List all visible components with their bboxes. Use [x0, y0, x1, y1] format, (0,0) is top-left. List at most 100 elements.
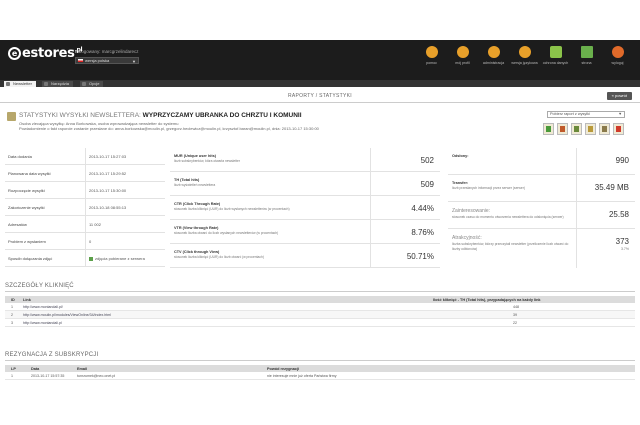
- metric-title: TH (Total hits): [174, 178, 200, 182]
- nav-profile[interactable]: mój profil: [448, 46, 477, 65]
- tab-options[interactable]: Opcje: [80, 81, 104, 87]
- transfer-row: Zainteresowanie: stosunek czasu do moment…: [448, 202, 635, 229]
- info-row: Data dodania 2013-10-17 15:27:03: [5, 148, 165, 165]
- user-icon: [456, 46, 469, 58]
- info-row: Problem z wysłaniem 0: [5, 233, 165, 250]
- tab-label: Opcje: [89, 81, 100, 86]
- metric-desc: liczb wyświetleń newslettera: [174, 183, 216, 187]
- cell-link[interactable]: http://www.moniandali.pl: [23, 321, 62, 325]
- transfer-value: 990: [615, 156, 629, 165]
- report-sub-line2: Powiadomienie o fakt raporcie zostanie p…: [19, 126, 319, 131]
- info-row: Zakończenie wysyłki 2013-10-18 08:55:13: [5, 199, 165, 216]
- xml-icon[interactable]: [599, 123, 610, 135]
- nav-label: wyloguj: [611, 61, 624, 65]
- info-value: 0: [89, 239, 92, 244]
- send-info-table: Data dodania 2013-10-17 15:27:03 Planowan…: [5, 148, 165, 267]
- language-select[interactable]: wersja polska ▼: [75, 57, 139, 64]
- nav-privacy[interactable]: ochrona danych: [541, 46, 570, 65]
- transfer-value: 25.58: [608, 210, 629, 219]
- nav-label: administracja: [482, 61, 505, 65]
- cell-id: 1: [11, 305, 13, 309]
- info-value: 2013-10-17 15:27:03: [89, 154, 127, 159]
- col-id: ID: [11, 297, 15, 302]
- html-icon[interactable]: [585, 123, 596, 135]
- metric-desc: stosunek liczba kliknięć (UUR) do liczb …: [174, 207, 290, 211]
- metrics-table: MUR (Unique user hits) liczb subskrybentó…: [170, 148, 440, 268]
- info-row: Planowana data wysyłki 2013-10-17 15:29:5…: [5, 165, 165, 182]
- info-value: 2013-10-17 15:29:52: [89, 171, 127, 176]
- back-button[interactable]: « powrót: [606, 92, 632, 100]
- wrench-icon: [44, 82, 48, 86]
- nav-label: wersja językowa: [511, 61, 538, 65]
- info-label: Zakończenie wysyłki: [8, 205, 45, 210]
- metric-title: CTV (Click through View): [174, 250, 220, 254]
- transfer-value: 35.49 MB: [594, 183, 629, 192]
- nav-logout[interactable]: wyloguj: [603, 46, 632, 65]
- xls-icon[interactable]: [543, 123, 554, 135]
- metric-row: VTR (View through Rate) stosunek liczba o…: [170, 220, 440, 244]
- transfer-sub: 3.7%: [621, 247, 629, 251]
- col-date: Data: [31, 366, 40, 371]
- top-bar: e estores.pl Zalogowany: marcgrzelindarec…: [0, 40, 640, 80]
- table-header: LP Data Email Powód rezygnacji: [5, 365, 635, 372]
- logo-mark: e: [8, 47, 21, 60]
- info-value: 2013-10-17 15:30:00: [89, 188, 127, 193]
- nav-home[interactable]: strona: [572, 46, 601, 65]
- cell-id: 3: [11, 321, 13, 325]
- transfer-table: Odsłony: 990 Transfer: liczb przesłanych i…: [448, 148, 635, 268]
- metric-desc: liczb subskrybentów, która otwarła newsl…: [174, 159, 240, 163]
- export-icons: [543, 123, 624, 135]
- nav-label: pomoc: [426, 61, 437, 65]
- nav-label: mój profil: [455, 61, 470, 65]
- tab-newsletter[interactable]: Newsletter: [4, 81, 36, 87]
- metric-desc: stosunek liczba kliknięć (UUR) do liczb …: [174, 255, 264, 259]
- tab-tools[interactable]: Narzędzia: [42, 81, 74, 87]
- metric-value: 502: [420, 156, 434, 165]
- table-row: 1 2013-10-17 15:57:35 tunrzumek@neo.onet.p…: [5, 372, 635, 380]
- info-label: Data dodania: [8, 154, 32, 159]
- transfer-desc: liczba subskrybentów, którzy przeczytali…: [452, 242, 569, 251]
- cell-count: 448: [513, 305, 519, 309]
- nav-admin[interactable]: administracja: [479, 46, 508, 65]
- html-glyph: [588, 126, 593, 132]
- info-row: Rozpoczęcie wysyłki 2013-10-17 15:30:00: [5, 182, 165, 199]
- transfer-title: Atrakcyjność:: [452, 235, 482, 241]
- unsub-table: LP Data Email Powód rezygnacji 1 2013-10-…: [5, 365, 635, 380]
- mail-icon: [6, 82, 10, 86]
- report-header: STATYSTYKI WYSYŁKI NEWSLETTERA: WYPRZYCZ…: [5, 108, 635, 142]
- csv-icon[interactable]: [571, 123, 582, 135]
- report-download-select[interactable]: Pobierz raport z wysyłki ▼: [547, 111, 625, 118]
- globe-icon: [518, 46, 531, 58]
- transfer-row: Transfer: liczb przesłanych informacji pr…: [448, 175, 635, 202]
- report-subtitle: Osoba zlecająca wysyłkę: Anna Borkowska,…: [19, 121, 459, 131]
- clicks-title: SZCZEGÓŁY KLIKNIĘĆ: [5, 283, 74, 289]
- logo[interactable]: e estores.pl: [8, 46, 83, 61]
- cell-lp: 1: [11, 374, 13, 378]
- nav-label: ochrona danych: [542, 61, 569, 65]
- transfer-title: Transfer:: [452, 181, 469, 185]
- info-label: Sposób dołączania zdjęć: [8, 256, 53, 261]
- help-icon: [425, 46, 438, 58]
- metric-value: 4.44%: [411, 204, 434, 213]
- nav-language[interactable]: wersja językowa: [510, 46, 539, 65]
- tab-bar: Newsletter Narzędzia Opcje: [0, 80, 640, 87]
- table-row: 2 http://www.moulin.pl/modules/ViewOnline…: [5, 311, 635, 319]
- transfer-row: Atrakcyjność: liczba subskrybentów, którz…: [448, 229, 635, 262]
- info-row: Adresatów 11 002: [5, 216, 165, 233]
- cell-reason: nie interesuje mnie już oferta Państwa f…: [267, 374, 337, 378]
- transfer-title: Odsłony:: [452, 154, 469, 158]
- info-value: 2013-10-18 08:55:13: [89, 205, 127, 210]
- divider: [5, 360, 635, 361]
- col-count: Ilość kliknięć - TH (Total hits), przypa…: [433, 297, 541, 302]
- csv-glyph: [574, 126, 579, 132]
- pdf-icon[interactable]: [557, 123, 568, 135]
- nav-help[interactable]: pomoc: [417, 46, 446, 65]
- col-email: Email: [77, 366, 88, 371]
- cell-link[interactable]: http://www.moniandali.pl/: [23, 305, 63, 309]
- chevron-down-icon: ▼: [618, 112, 622, 116]
- print-glyph: [616, 126, 621, 132]
- tab-label: Narzędzia: [51, 81, 70, 86]
- metric-title: VTR (View through Rate): [174, 226, 219, 230]
- cell-link[interactable]: http://www.moulin.pl/modules/ViewOnline/…: [23, 313, 111, 317]
- print-icon[interactable]: [613, 123, 624, 135]
